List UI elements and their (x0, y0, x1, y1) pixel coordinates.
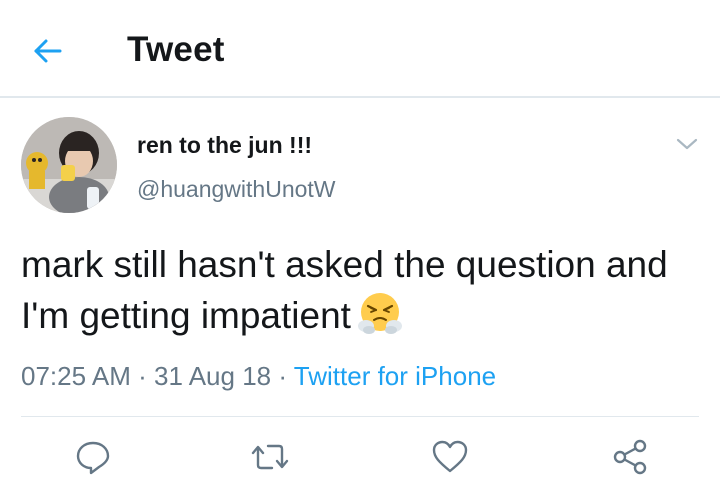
heart-icon (432, 440, 468, 473)
retweet-button[interactable] (250, 437, 290, 477)
retweet-icon (251, 444, 289, 470)
display-name[interactable]: ren to the jun !!! (137, 132, 312, 159)
user-handle[interactable]: @huangwithUnotW (137, 176, 336, 203)
back-arrow-icon[interactable] (30, 33, 66, 69)
tweet-time: 07:25 AM (21, 361, 131, 391)
divider (21, 416, 699, 417)
tweet-meta: 07:25 AM · 31 Aug 18 · Twitter for iPhon… (21, 361, 496, 392)
reply-icon (76, 441, 110, 475)
face-with-steam-from-nose-icon (357, 290, 403, 336)
avatar[interactable] (21, 117, 117, 213)
meta-separator: · (138, 361, 147, 391)
page-title: Tweet (127, 30, 225, 69)
tweet-text-content: mark still hasn't asked the question and… (21, 244, 668, 336)
tweet-source-link[interactable]: Twitter for iPhone (294, 361, 496, 391)
chevron-down-icon[interactable] (674, 133, 700, 155)
meta-separator: · (278, 361, 288, 391)
tweet-date: 31 Aug 18 (154, 361, 272, 391)
tweet-text: mark still hasn't asked the question and… (21, 240, 701, 341)
share-button[interactable] (610, 437, 650, 477)
like-button[interactable] (430, 437, 470, 477)
share-icon (613, 439, 647, 475)
app-header: Tweet (0, 0, 720, 98)
reply-button[interactable] (73, 437, 113, 477)
